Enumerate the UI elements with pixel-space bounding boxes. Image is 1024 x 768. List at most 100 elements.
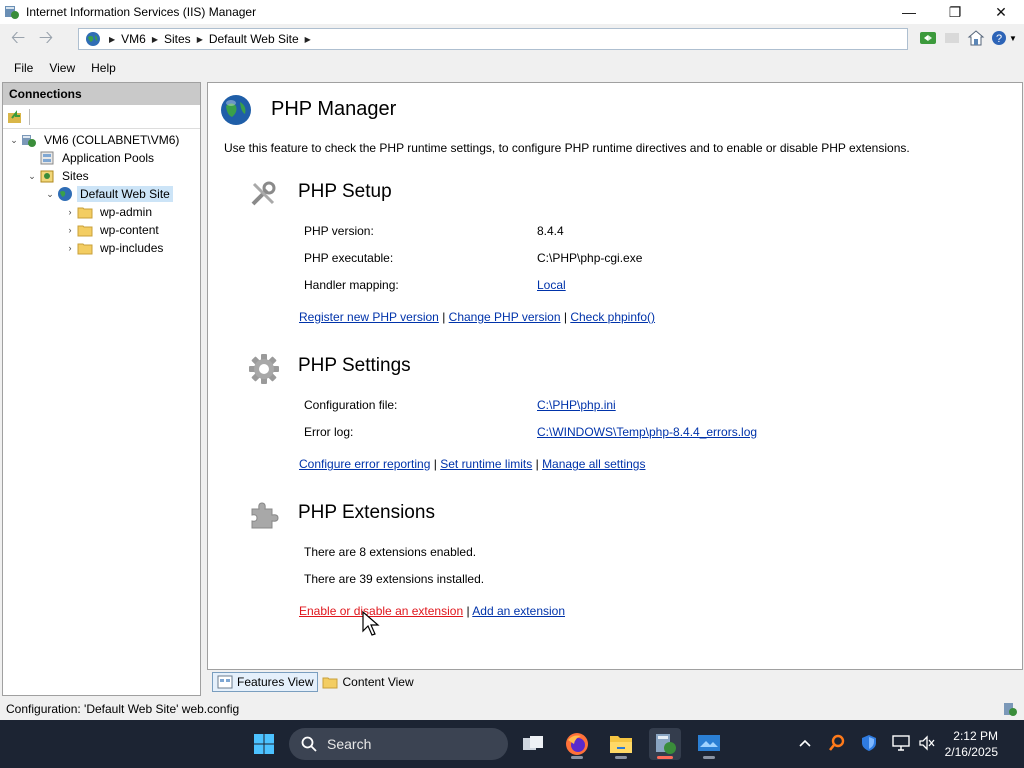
security-tray-button[interactable] — [858, 732, 880, 754]
extensions-enabled-text: There are 8 extensions enabled. — [304, 545, 477, 559]
status-text: Configuration: 'Default Web Site' web.co… — [6, 702, 240, 716]
configure-error-reporting-link[interactable]: Configure error reporting — [299, 457, 430, 471]
firefox-icon — [566, 733, 588, 755]
config-file-label: Configuration file: — [304, 398, 398, 412]
tree-node-wp-admin[interactable]: › wp-admin — [63, 203, 155, 221]
firefox-button[interactable] — [561, 728, 593, 760]
php-version-value: 8.4.4 — [537, 224, 564, 238]
taskbar-clock[interactable]: 2:12 PM 2/16/2025 — [945, 728, 998, 760]
menu-help[interactable]: Help — [83, 61, 124, 75]
page-title: PHP Manager — [271, 98, 397, 120]
folder-icon — [77, 225, 93, 237]
tree-node-sites[interactable]: ⌄ Sites — [25, 167, 92, 185]
view-tabs: Features View Content View — [212, 671, 418, 693]
back-button[interactable]: 🡠 — [4, 27, 32, 52]
home-icon[interactable] — [966, 28, 986, 48]
crumb-default-web-site[interactable]: Default Web Site — [209, 32, 299, 46]
svg-text:?: ? — [996, 33, 1002, 45]
help-icon[interactable]: ? ▼ — [990, 28, 1018, 48]
network-tray-button[interactable] — [890, 732, 912, 754]
change-php-version-link[interactable]: Change PHP version — [449, 310, 561, 324]
tree-node-wp-includes[interactable]: › wp-includes — [63, 239, 166, 257]
setup-heading: PHP Setup — [298, 181, 392, 202]
chevron-right-icon: ▶ — [151, 34, 158, 44]
globe-icon — [58, 187, 72, 201]
puzzle-icon — [251, 502, 279, 529]
restore-button[interactable]: ❐ — [932, 0, 978, 24]
chevron-right-icon[interactable]: › — [63, 207, 77, 217]
refresh-icon[interactable] — [918, 28, 938, 48]
close-button[interactable]: ✕ — [978, 0, 1024, 24]
globe-icon — [221, 95, 251, 125]
extensions-installed-text: There are 39 extensions installed. — [304, 572, 485, 586]
chevron-down-icon[interactable]: ⌄ — [7, 135, 21, 146]
forward-button[interactable]: 🡢 — [32, 27, 60, 52]
server-status-icon — [1004, 703, 1017, 716]
config-file-link[interactable]: C:\PHP\php.ini — [537, 398, 616, 412]
task-view-button[interactable] — [517, 728, 549, 760]
enable-disable-extension-link[interactable]: Enable or disable an extension — [299, 604, 463, 618]
stop-icon[interactable] — [942, 28, 962, 48]
extensions-links: Enable or disable an extension | Add an … — [299, 604, 566, 618]
show-hidden-icons-button[interactable] — [794, 732, 816, 754]
php-executable-value: C:\PHP\php-cgi.exe — [537, 251, 643, 265]
menu-view[interactable]: View — [41, 61, 83, 75]
magnifier-icon — [828, 734, 845, 751]
iis-manager-taskbar-button[interactable] — [649, 728, 681, 760]
chevron-right-icon[interactable]: › — [63, 243, 77, 253]
clock-time: 2:12 PM — [953, 729, 998, 743]
tree-node-wp-content[interactable]: › wp-content — [63, 221, 162, 239]
tree-node-server[interactable]: ⌄ VM6 (COLLABNET\VM6) — [7, 131, 182, 149]
status-bar: Configuration: 'Default Web Site' web.co… — [0, 698, 1024, 720]
chevron-down-icon[interactable]: ⌄ — [25, 171, 39, 182]
chevron-down-icon[interactable]: ⌄ — [43, 189, 57, 200]
search-icon — [301, 736, 317, 752]
server-icon — [22, 135, 36, 147]
chevron-right-icon[interactable]: ▶ — [305, 35, 311, 44]
php-manager-panel: PHP Manager Use this feature to check th… — [207, 82, 1023, 670]
crumb-server[interactable]: VM6 — [121, 32, 146, 46]
remote-desktop-button[interactable] — [693, 728, 725, 760]
address-row: 🡠 🡢 ▶ VM6 ▶ Sites ▶ Default Web Site ▶ ?… — [0, 24, 1024, 56]
file-explorer-button[interactable] — [605, 728, 637, 760]
tree-node-app-pools[interactable]: Application Pools — [25, 149, 157, 167]
error-log-link[interactable]: C:\WINDOWS\Temp\php-8.4.4_errors.log — [537, 425, 757, 439]
tab-content-view[interactable]: Content View — [318, 672, 417, 692]
taskbar-search[interactable]: Search — [289, 728, 508, 760]
connections-panel: Connections ⌄ VM6 (COLLABNET\VM6) Applic… — [2, 82, 201, 696]
start-button[interactable] — [248, 728, 280, 760]
connections-header: Connections — [3, 83, 200, 105]
register-php-version-link[interactable]: Register new PHP version — [299, 310, 439, 324]
menu-file[interactable]: File — [6, 61, 41, 75]
volume-muted-icon — [919, 735, 935, 751]
content-view-icon — [322, 677, 338, 689]
connect-icon[interactable] — [7, 109, 23, 125]
error-log-label: Error log: — [304, 425, 354, 439]
tree-node-default-web-site[interactable]: ⌄ Default Web Site — [43, 185, 173, 203]
chevron-down-icon: ▼ — [1009, 33, 1017, 43]
sites-icon — [40, 170, 54, 183]
globe-icon — [86, 32, 100, 46]
task-view-icon — [523, 736, 543, 750]
chevron-right-icon[interactable]: › — [63, 225, 77, 235]
minimize-button[interactable]: — — [886, 0, 932, 24]
volume-tray-button[interactable] — [916, 732, 938, 754]
php-version-label: PHP version: — [304, 224, 374, 238]
extensions-heading: PHP Extensions — [298, 502, 435, 523]
tray-search-tool-button[interactable] — [826, 732, 848, 754]
check-phpinfo-link[interactable]: Check phpinfo() — [570, 310, 655, 324]
connections-toolbar — [3, 105, 200, 129]
shield-icon — [862, 735, 876, 751]
add-extension-link[interactable]: Add an extension — [472, 604, 565, 618]
network-icon — [892, 735, 910, 751]
handler-mapping-link[interactable]: Local — [537, 278, 566, 292]
chevron-up-icon — [799, 739, 811, 747]
address-bar[interactable]: ▶ VM6 ▶ Sites ▶ Default Web Site ▶ — [78, 28, 908, 50]
crumb-sites[interactable]: Sites — [164, 32, 191, 46]
manage-all-settings-link[interactable]: Manage all settings — [542, 457, 645, 471]
title-bar: Internet Information Services (IIS) Mana… — [0, 0, 1024, 24]
tab-features-view[interactable]: Features View — [212, 672, 319, 692]
set-runtime-limits-link[interactable]: Set runtime limits — [440, 457, 532, 471]
clock-date: 2/16/2025 — [944, 745, 998, 759]
setup-links: Register new PHP version | Change PHP ve… — [299, 310, 656, 324]
